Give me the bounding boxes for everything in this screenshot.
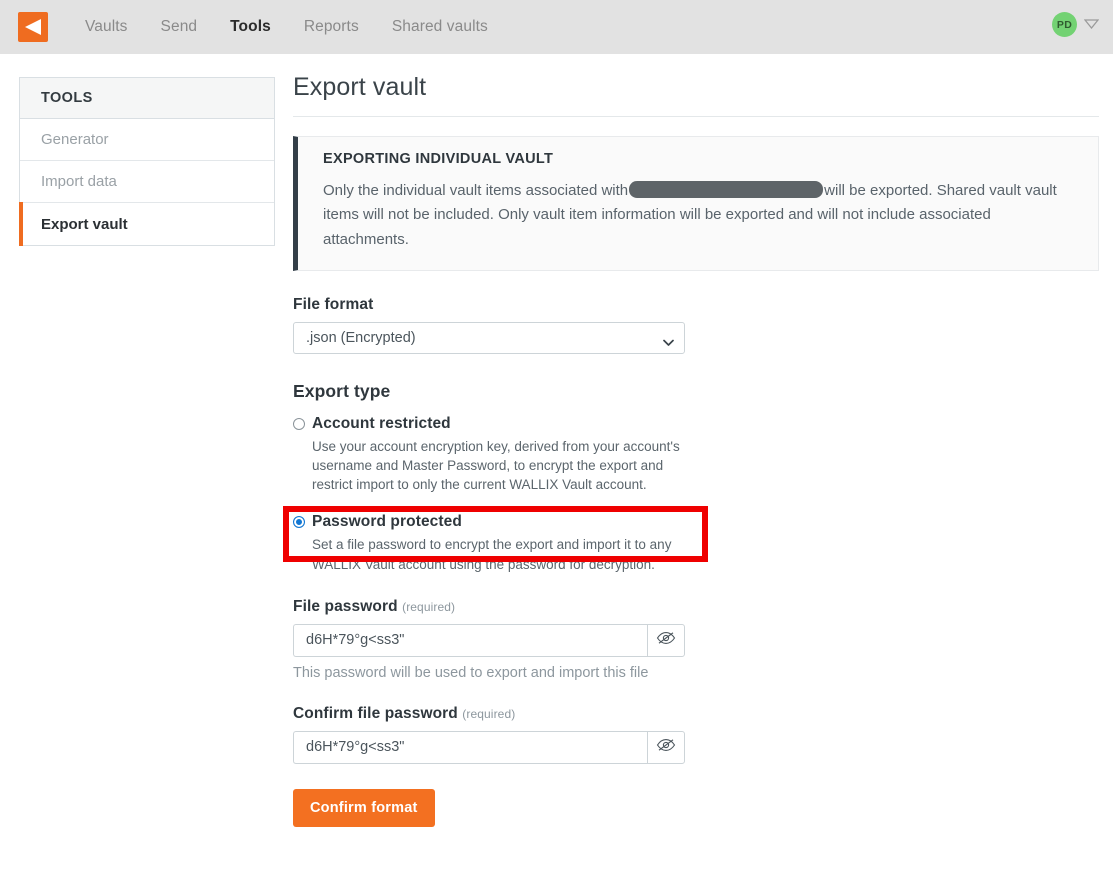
file-format-select-wrapper: .json (Encrypted) [293,321,685,354]
confirm-file-password-label: Confirm file password (required) [293,705,1099,723]
file-password-group: File password (required) d6H*79°g<ss3" T… [293,598,1099,681]
confirm-file-password-input[interactable]: d6H*79°g<ss3" [293,730,647,764]
top-navigation-bar: Vaults Send Tools Reports Shared vaults … [0,0,1113,54]
confirm-file-password-label-text: Confirm file password [293,704,458,722]
sidebar-item-export-vault[interactable]: Export vault [19,202,274,246]
avatar[interactable]: PD [1052,12,1077,37]
confirm-format-button[interactable]: Confirm format [293,788,435,827]
file-password-help-text: This password will be used to export and… [293,664,649,681]
sidebar-item-import-data[interactable]: Import data [20,161,274,203]
sidebar-item-generator[interactable]: Generator [20,119,274,161]
nav-link-vaults[interactable]: Vaults [85,18,128,36]
sidebar-item-label: Import data [41,173,117,190]
nav-link-tools[interactable]: Tools [230,18,271,36]
confirm-file-password-required-note: (required) [462,706,516,721]
exporting-individual-vault-notice: EXPORTING INDIVIDUAL VAULT Only the indi… [293,136,1099,271]
nav-link-shared-vaults[interactable]: Shared vaults [392,18,488,36]
notice-text-before: Only the individual vault items associat… [323,182,629,199]
sidebar-item-label: Export vault [41,215,128,233]
account-menu[interactable]: PD [1052,12,1100,37]
file-password-input[interactable]: d6H*79°g<ss3" [293,623,647,657]
file-format-group: File format .json (Encrypted) [293,296,1099,354]
chevron-down-icon[interactable] [663,334,674,352]
nav-link-reports[interactable]: Reports [304,18,359,36]
radio-description-account-restricted: Use your account encryption key, derived… [312,438,680,493]
wallix-logo-icon[interactable] [18,12,48,42]
file-password-required-note: (required) [402,599,456,614]
nav-links: Vaults Send Tools Reports Shared vaults [85,18,521,36]
file-format-select[interactable]: .json (Encrypted) [293,321,685,354]
file-format-selected-value: .json (Encrypted) [306,329,416,346]
radio-label-account-restricted[interactable]: Account restricted [312,415,451,433]
file-password-visibility-toggle[interactable] [647,623,685,657]
notice-title: EXPORTING INDIVIDUAL VAULT [323,151,554,167]
confirm-file-password-visibility-toggle[interactable] [647,730,685,764]
redacted-account-name [629,181,824,198]
main-content: Export vault EXPORTING INDIVIDUAL VAULT … [283,73,1099,827]
sidebar-item-label: Generator [41,131,109,148]
eye-slash-icon [656,631,676,650]
nav-link-send[interactable]: Send [161,18,198,36]
file-password-label: File password (required) [293,598,1099,616]
tools-sidebar: TOOLS Generator Import data Export vault [19,77,275,246]
confirm-file-password-group: Confirm file password (required) d6H*79°… [293,705,1099,764]
file-password-label-text: File password [293,597,398,615]
chevron-down-icon[interactable] [1083,16,1100,34]
export-type-option-account-restricted[interactable]: Account restricted Use your account encr… [293,415,1099,494]
file-format-highlight-annotation [283,505,708,562]
eye-slash-icon [656,738,676,757]
notice-body: Only the individual vault items associat… [323,179,1076,252]
export-type-label: Export type [293,380,391,401]
sidebar-header: TOOLS [20,78,274,119]
page-title: Export vault [293,73,1099,117]
file-format-label: File format [293,295,374,313]
radio-account-restricted[interactable] [293,417,305,430]
